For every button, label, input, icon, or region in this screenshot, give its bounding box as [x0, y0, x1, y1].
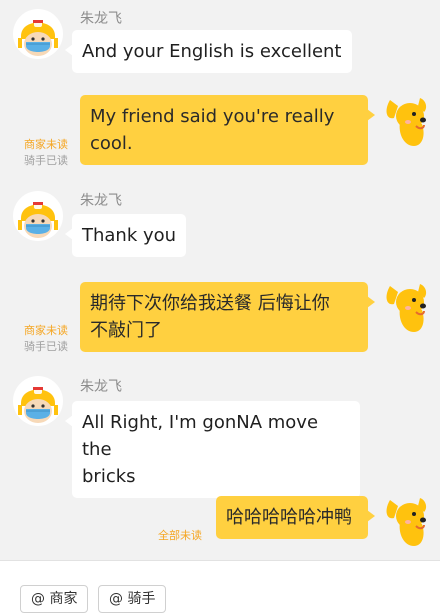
message-bubble[interactable]: 期待下次你给我送餐 后悔让你 不敲门了	[80, 282, 375, 352]
message-text: Thank you	[82, 225, 177, 246]
message-bubble[interactable]: 哈哈哈哈哈冲鸭	[216, 496, 375, 539]
status-unread: 商家未读	[24, 138, 68, 151]
bottom-bar: @ 商家 @ 骑手	[0, 560, 440, 615]
rider-avatar-icon[interactable]	[11, 189, 65, 243]
chat-area[interactable]: 朱龙飞 And your English is excellent 商家未读 骑…	[0, 0, 440, 560]
dog-avatar-icon[interactable]	[380, 492, 432, 548]
status-read: 骑手已读	[24, 154, 68, 167]
message-line: 期待下次你给我送餐 后悔让你	[90, 293, 330, 314]
read-status: 全部未读	[158, 528, 202, 544]
message-line: bricks	[82, 466, 136, 487]
message-text: 哈哈哈哈哈冲鸭	[226, 507, 352, 528]
status-read: 骑手已读	[24, 340, 68, 353]
message-bubble[interactable]: And your English is excellent	[65, 30, 352, 73]
read-status: 商家未读 骑手已读	[24, 137, 68, 169]
message-bubble[interactable]: My friend said you're really cool.	[80, 95, 375, 165]
sender-name: 朱龙飞	[80, 193, 122, 209]
status-unread: 商家未读	[24, 324, 68, 337]
sender-name: 朱龙飞	[80, 11, 122, 27]
read-status: 商家未读 骑手已读	[24, 323, 68, 355]
message-line: All Right, I'm gonNA move the	[82, 412, 319, 460]
message-line: 不敲门了	[90, 320, 162, 341]
dog-avatar-icon[interactable]	[380, 278, 432, 334]
mention-rider-button[interactable]: @ 骑手	[98, 585, 167, 613]
dog-avatar-icon[interactable]	[380, 92, 432, 148]
mention-merchant-button[interactable]: @ 商家	[20, 585, 89, 613]
status-unread: 全部未读	[158, 529, 202, 542]
rider-avatar-icon[interactable]	[11, 7, 65, 61]
message-text: And your English is excellent	[82, 41, 342, 62]
rider-avatar-icon[interactable]	[11, 374, 65, 428]
message-bubble[interactable]: Thank you	[64, 214, 187, 257]
message-bubble[interactable]: All Right, I'm gonNA move the bricks	[65, 401, 360, 498]
sender-name: 朱龙飞	[80, 379, 122, 395]
message-line: My friend said you're really	[90, 106, 335, 127]
message-line: cool.	[90, 133, 133, 154]
